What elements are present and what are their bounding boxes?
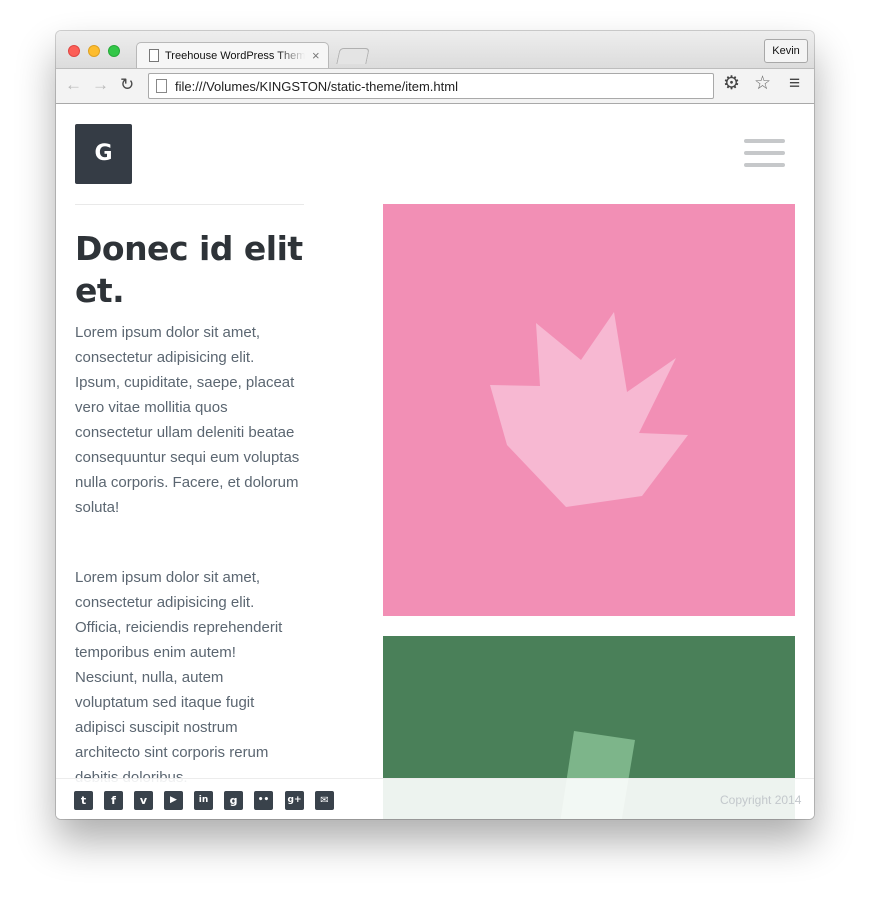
document-icon [156, 79, 167, 93]
minimize-window-button[interactable] [88, 45, 100, 57]
reload-icon[interactable]: ↻ [120, 76, 134, 94]
tab-title: Treehouse WordPress Theme [165, 50, 305, 62]
pink-star-image[interactable] [383, 204, 795, 616]
youtube-icon[interactable]: ▶ [164, 791, 183, 810]
document-icon [149, 49, 159, 62]
page-viewport: G Donec id elit et. Lorem ipsum dolor si… [56, 104, 814, 819]
vimeo-icon[interactable]: v [134, 791, 153, 810]
site-footer: t f v ▶ in g •• g+ ✉ Copyright 2014 [56, 778, 814, 819]
browser-tab[interactable]: Treehouse WordPress Theme × [136, 42, 329, 69]
article-paragraph: Lorem ipsum dolor sit amet, consectetur … [75, 569, 283, 786]
zoom-window-button[interactable] [108, 45, 120, 57]
close-window-button[interactable] [68, 45, 80, 57]
address-bar[interactable]: file:///Volumes/KINGSTON/static-theme/it… [148, 73, 714, 99]
star-icon[interactable]: ☆ [754, 74, 771, 94]
copyright-text: Copyright 2014 [720, 793, 802, 807]
facebook-icon[interactable]: f [104, 791, 123, 810]
github-icon[interactable]: g [224, 791, 243, 810]
star-icon [490, 312, 688, 507]
menu-icon[interactable]: ≡ [789, 74, 800, 94]
linkedin-icon[interactable]: in [194, 791, 213, 810]
new-tab-button[interactable] [336, 48, 370, 64]
browser-toolbar: ← → ↻ file:///Volumes/KINGSTON/static-th… [56, 68, 814, 104]
divider [75, 204, 304, 205]
profile-button[interactable]: Kevin [764, 39, 808, 63]
address-url: file:///Volumes/KINGSTON/static-theme/it… [175, 79, 458, 94]
email-icon[interactable]: ✉ [315, 791, 334, 810]
article-title: Donec id elit et. [75, 229, 303, 310]
title-bar: Treehouse WordPress Theme × Kevin [56, 31, 814, 69]
site-logo[interactable]: G [75, 124, 132, 184]
back-arrow-icon[interactable]: ← [65, 76, 82, 94]
browser-window: Treehouse WordPress Theme × Kevin ← → ↻ … [56, 31, 814, 819]
twitter-icon[interactable]: t [74, 791, 93, 810]
flickr-icon[interactable]: •• [254, 791, 273, 810]
tab-close-icon[interactable]: × [312, 48, 320, 63]
gear-icon[interactable]: ⚙ [723, 74, 740, 94]
google-plus-icon[interactable]: g+ [285, 791, 304, 810]
hamburger-menu-icon[interactable] [744, 139, 785, 175]
article-paragraph: Lorem ipsum dolor sit amet, consectetur … [75, 324, 300, 516]
forward-arrow-icon[interactable]: → [92, 76, 109, 94]
